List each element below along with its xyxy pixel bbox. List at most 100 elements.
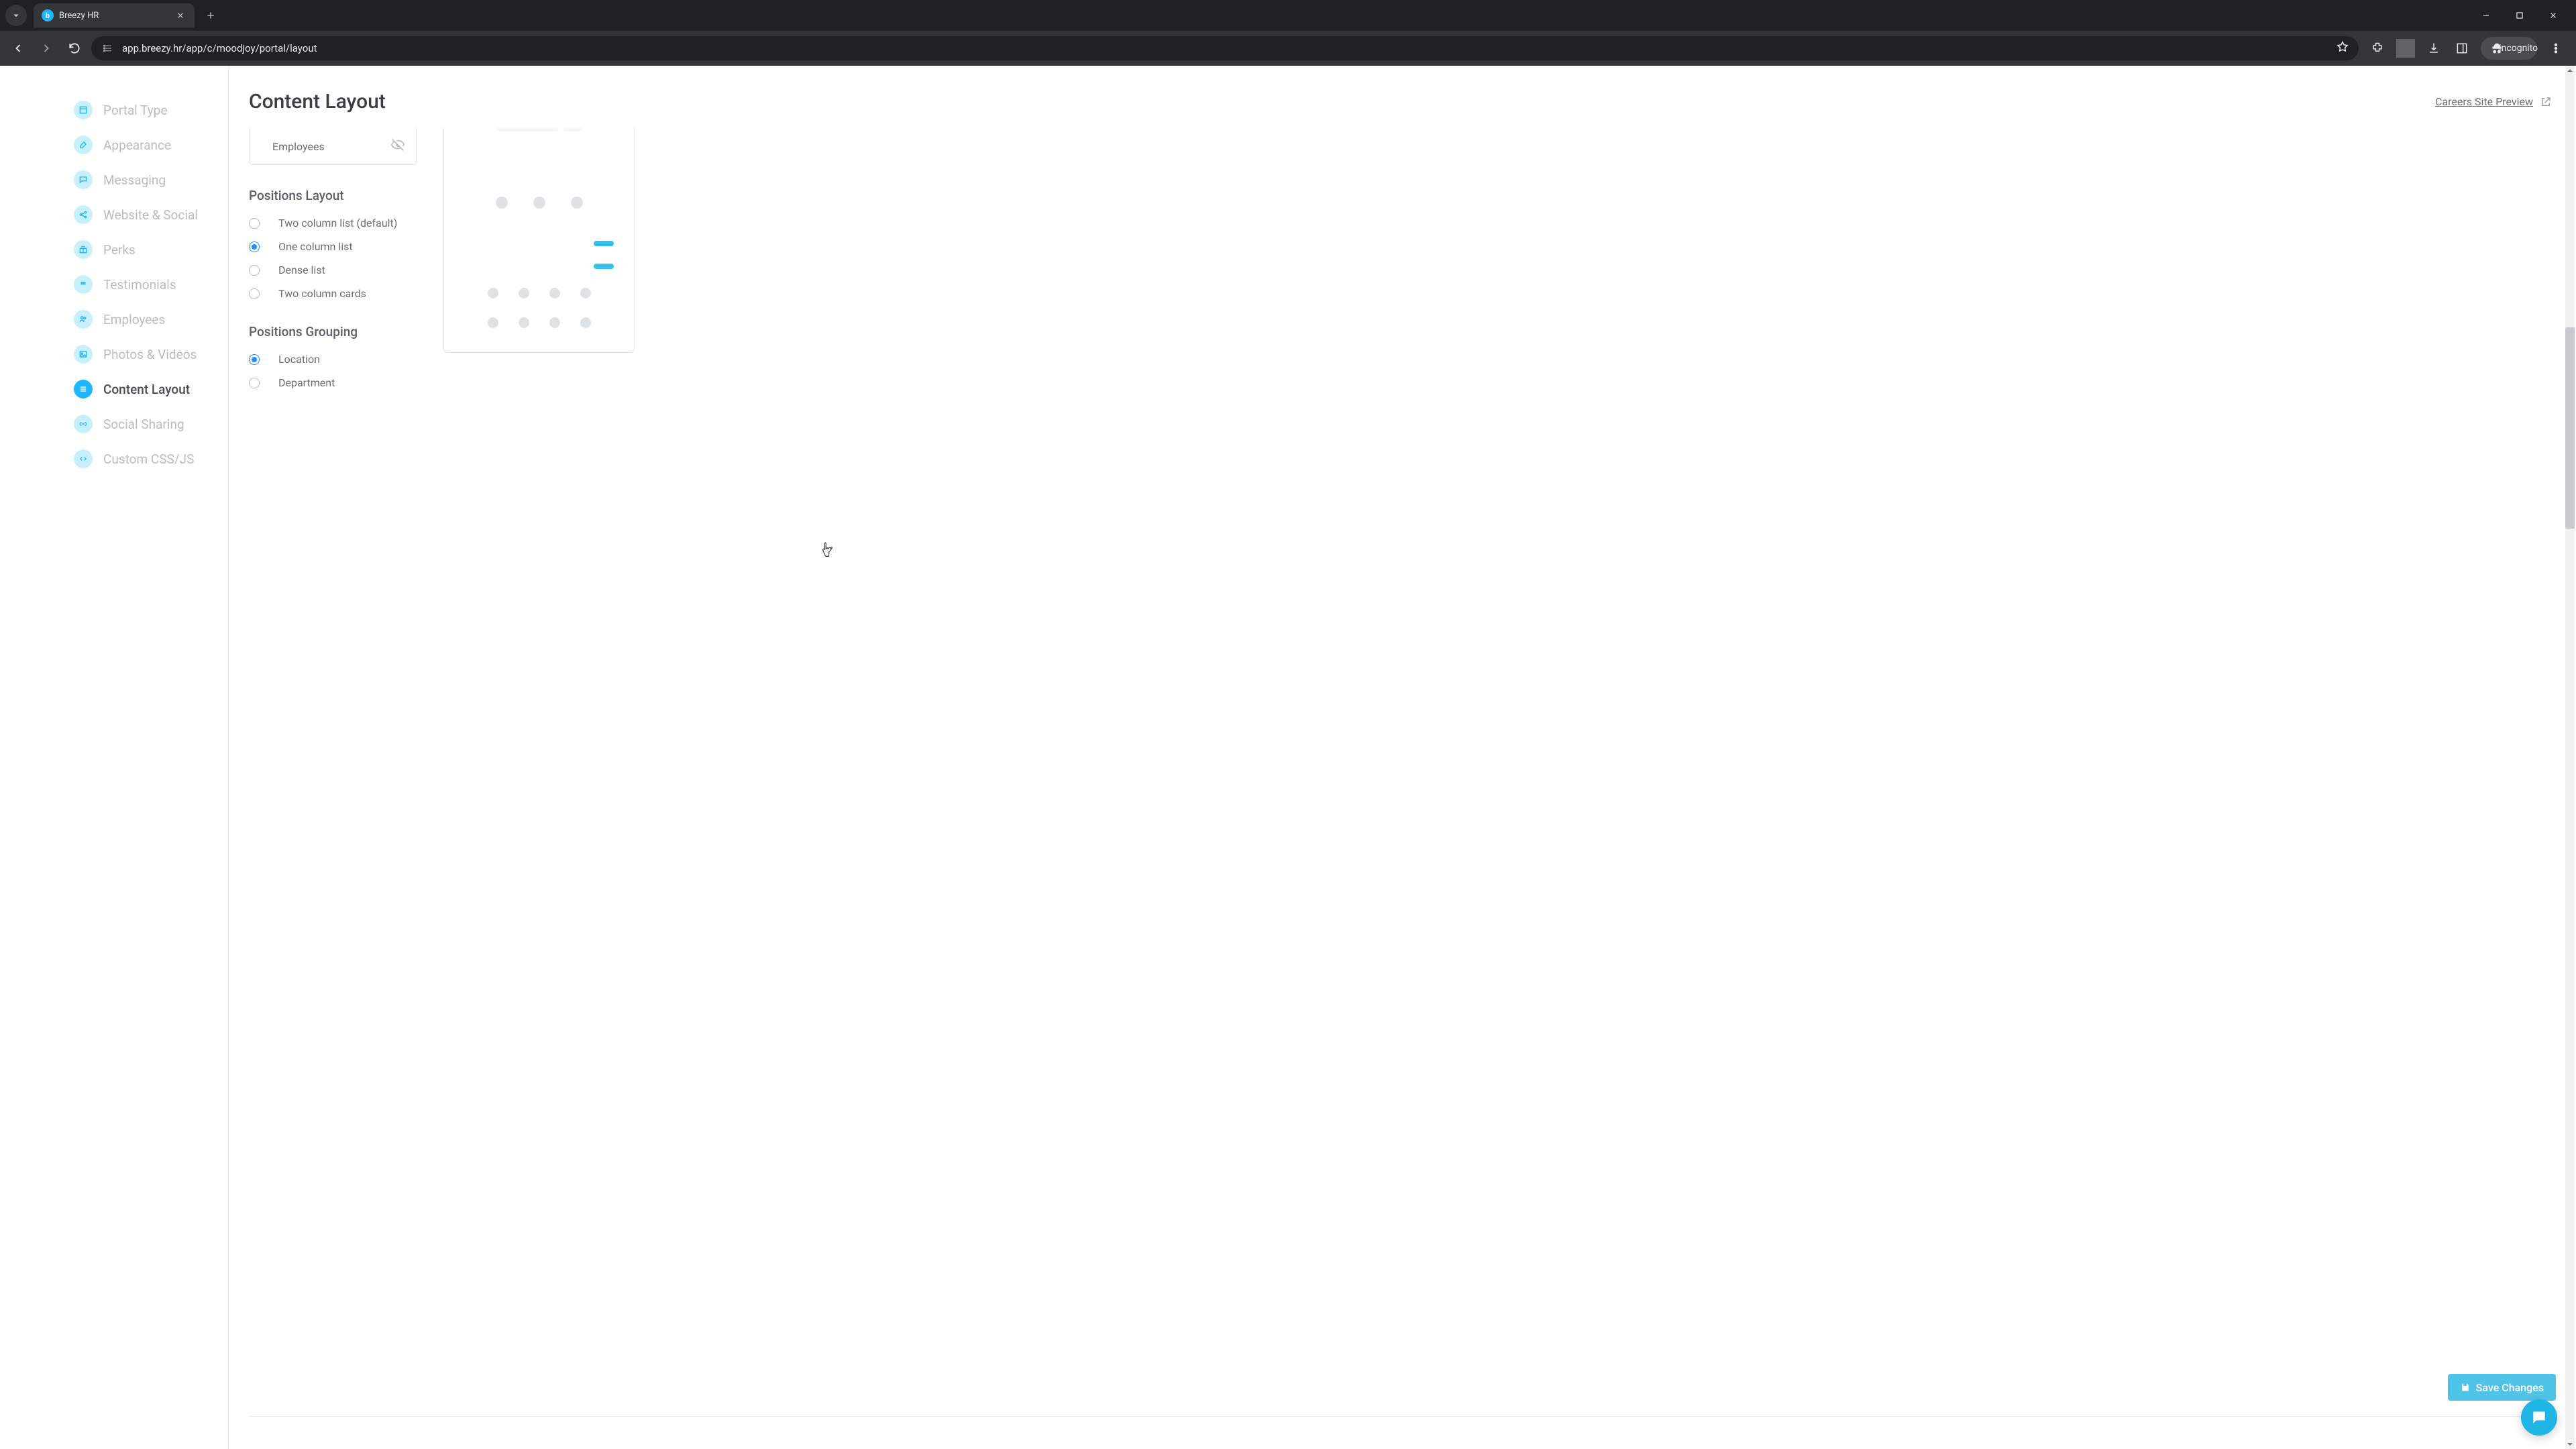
incognito-label: Incognito bbox=[2509, 39, 2528, 58]
radio-input[interactable] bbox=[249, 265, 260, 276]
preview-placeholder bbox=[571, 197, 583, 209]
radio-label: Location bbox=[278, 353, 320, 366]
tab-title: Breezy HR bbox=[59, 11, 169, 21]
extensions-icon[interactable] bbox=[2368, 39, 2387, 58]
main-panel: Content Layout Careers Site Preview Empl… bbox=[229, 66, 2576, 1449]
nav-forward-button[interactable] bbox=[35, 37, 58, 60]
radio-input[interactable] bbox=[249, 241, 260, 252]
side-panel-icon[interactable] bbox=[2453, 39, 2471, 58]
browser-toolbar: app.breezy.hr/app/c/moodjoy/portal/layou… bbox=[0, 31, 2576, 66]
radio-grouping-location[interactable]: Location bbox=[249, 353, 417, 366]
site-info-icon[interactable] bbox=[101, 42, 114, 55]
preview-placeholder bbox=[533, 197, 545, 209]
sidebar-item-perks[interactable]: Perks bbox=[74, 232, 228, 267]
radio-label: Dense list bbox=[278, 264, 325, 276]
sidebar-item-portal-type[interactable]: Portal Type bbox=[74, 93, 228, 127]
radio-two-column-cards[interactable]: Two column cards bbox=[249, 287, 417, 300]
sidebar-item-label: Custom CSS/JS bbox=[103, 451, 194, 467]
chat-launcher-button[interactable] bbox=[2521, 1399, 2557, 1436]
positions-grouping-heading: Positions Grouping bbox=[249, 324, 417, 339]
address-bar[interactable]: app.breezy.hr/app/c/moodjoy/portal/layou… bbox=[91, 36, 2359, 60]
preview-placeholder bbox=[549, 288, 560, 299]
gift-icon bbox=[74, 240, 93, 259]
sidebar-item-website-social[interactable]: Website & Social bbox=[74, 197, 228, 232]
save-icon bbox=[2460, 1382, 2471, 1393]
sidebar-item-appearance[interactable]: Appearance bbox=[74, 127, 228, 162]
window-minimize-button[interactable] bbox=[2477, 6, 2496, 25]
page-title: Content Layout bbox=[249, 90, 386, 113]
radio-input[interactable] bbox=[249, 354, 260, 365]
scroll-down-arrow[interactable] bbox=[2565, 1440, 2575, 1449]
visibility-off-icon[interactable] bbox=[390, 138, 405, 155]
radio-label: Two column cards bbox=[278, 287, 366, 300]
preview-placeholder bbox=[549, 317, 560, 328]
nav-back-button[interactable] bbox=[7, 37, 30, 60]
preview-placeholder bbox=[519, 288, 529, 299]
sidebar-item-content-layout[interactable]: Content Layout bbox=[74, 372, 228, 407]
radio-dense-list[interactable]: Dense list bbox=[249, 264, 417, 276]
external-link-icon bbox=[2540, 96, 2552, 108]
code-icon bbox=[74, 449, 93, 468]
panel-divider bbox=[249, 1416, 2556, 1417]
window-close-button[interactable] bbox=[2544, 6, 2563, 25]
sidebar-item-photos-videos[interactable]: Photos & Videos bbox=[74, 337, 228, 372]
sidebar-item-label: Appearance bbox=[103, 138, 171, 153]
sidebar-item-messaging[interactable]: Messaging bbox=[74, 162, 228, 197]
sidebar-item-label: Website & Social bbox=[103, 207, 198, 223]
browser-tab[interactable]: b Breezy HR bbox=[34, 3, 195, 28]
sidebar-item-label: Employees bbox=[103, 312, 165, 327]
page-viewport: Portal Type Appearance Messaging Website… bbox=[0, 66, 2576, 1449]
tab-favicon: b bbox=[42, 9, 54, 21]
nav-reload-button[interactable] bbox=[63, 37, 86, 60]
positions-grouping-group: Location Department bbox=[249, 353, 417, 389]
page-scrollbar-thumb[interactable] bbox=[2565, 327, 2575, 529]
radio-label: Department bbox=[278, 376, 335, 389]
downloads-icon[interactable] bbox=[2424, 39, 2443, 58]
sidebar-item-label: Messaging bbox=[103, 172, 166, 188]
layout-preview-thumbnail bbox=[443, 128, 635, 353]
sidebar-item-label: Testimonials bbox=[103, 277, 176, 292]
window-controls bbox=[2477, 6, 2571, 25]
bookmark-star-icon[interactable] bbox=[2336, 40, 2349, 56]
employees-visibility-row[interactable]: Employees bbox=[249, 128, 417, 165]
radio-one-column-list[interactable]: One column list bbox=[249, 240, 417, 253]
layout-icon bbox=[74, 101, 93, 119]
preview-placeholder bbox=[497, 128, 557, 131]
save-changes-button[interactable]: Save Changes bbox=[2448, 1374, 2556, 1401]
sidebar-item-employees[interactable]: Employees bbox=[74, 302, 228, 337]
new-tab-button[interactable] bbox=[201, 6, 220, 25]
radio-input[interactable] bbox=[249, 288, 260, 299]
radio-label: One column list bbox=[278, 240, 353, 253]
page-scrollbar-track[interactable] bbox=[2565, 66, 2575, 1449]
radio-two-column-list[interactable]: Two column list (default) bbox=[249, 217, 417, 229]
scroll-up-arrow[interactable] bbox=[2565, 66, 2575, 75]
message-icon bbox=[74, 170, 93, 189]
positions-layout-heading: Positions Layout bbox=[249, 188, 417, 203]
link-icon bbox=[74, 415, 93, 433]
sidebar-item-social-sharing[interactable]: Social Sharing bbox=[74, 407, 228, 441]
sidebar-item-custom-css-js[interactable]: Custom CSS/JS bbox=[74, 441, 228, 476]
radio-input[interactable] bbox=[249, 218, 260, 229]
careers-site-preview-link[interactable]: Careers Site Preview bbox=[2435, 95, 2552, 108]
toolbar-separator bbox=[2396, 39, 2415, 58]
sidebar-item-testimonials[interactable]: Testimonials bbox=[74, 267, 228, 302]
sidebar-item-label: Photos & Videos bbox=[103, 347, 197, 362]
sidebar-item-label: Social Sharing bbox=[103, 417, 184, 432]
preview-placeholder bbox=[594, 241, 614, 246]
preview-placeholder bbox=[580, 288, 591, 299]
tab-search-dropdown[interactable] bbox=[5, 5, 27, 26]
sidebar-item-label: Content Layout bbox=[103, 382, 190, 397]
settings-sidebar: Portal Type Appearance Messaging Website… bbox=[0, 66, 228, 1449]
users-icon bbox=[74, 310, 93, 329]
positions-layout-group: Two column list (default) One column lis… bbox=[249, 217, 417, 300]
window-maximize-button[interactable] bbox=[2510, 6, 2529, 25]
incognito-indicator[interactable]: Incognito bbox=[2481, 37, 2537, 60]
preview-placeholder bbox=[594, 264, 614, 269]
radio-input[interactable] bbox=[249, 378, 260, 388]
address-bar-url: app.breezy.hr/app/c/moodjoy/portal/layou… bbox=[122, 42, 2328, 54]
radio-grouping-department[interactable]: Department bbox=[249, 376, 417, 389]
save-button-label: Save Changes bbox=[2476, 1381, 2544, 1394]
tab-close-button[interactable] bbox=[174, 9, 186, 21]
image-icon bbox=[74, 345, 93, 364]
browser-menu-button[interactable] bbox=[2546, 39, 2565, 58]
